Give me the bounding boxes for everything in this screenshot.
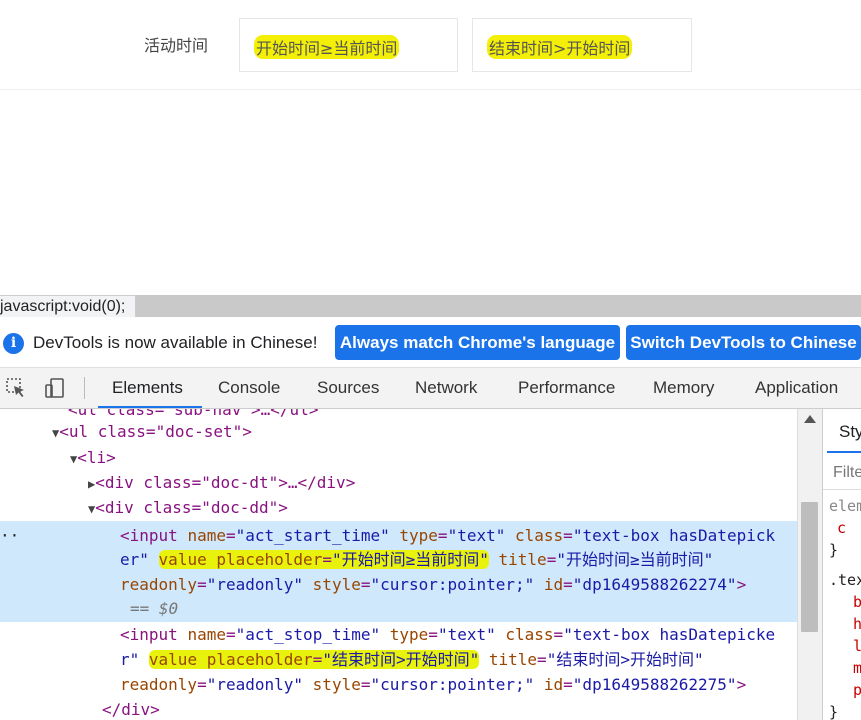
styles-prop: m — [853, 657, 861, 679]
scroll-up-arrow-icon[interactable] — [804, 415, 816, 423]
device-toolbar-icon[interactable] — [44, 377, 66, 399]
selected-marker: == $0 — [130, 599, 179, 618]
toolbar-separator — [84, 377, 85, 399]
infobar-message: DevTools is now available in Chinese! — [33, 333, 318, 352]
tab-network[interactable]: Network — [415, 368, 477, 408]
dom-line-input-start-3[interactable]: readonly="readonly" style="cursor:pointe… — [120, 572, 746, 597]
tab-performance[interactable]: Performance — [518, 368, 615, 408]
styles-pane: Styles Filter element.style c } .text-bo… — [822, 409, 861, 720]
activity-time-label: 活动时间 — [144, 36, 209, 55]
scrollbar-thumb[interactable] — [801, 502, 818, 632]
tab-console[interactable]: Console — [218, 368, 280, 408]
page-divider — [0, 89, 861, 90]
styles-filter-input[interactable]: Filter — [823, 457, 861, 490]
styles-rule-textbox: .text-box — [829, 571, 861, 589]
end-time-input[interactable]: 结束时间>开始时间 — [472, 18, 692, 72]
switch-to-chinese-button[interactable]: Switch DevTools to Chinese — [626, 325, 861, 360]
webpage-area: 活动时间 开始时间≥当前时间 结束时间>开始时间 — [0, 0, 861, 295]
styles-prop: l — [853, 635, 861, 657]
dom-line-input-start-1[interactable]: <input name="act_start_time" type="text"… — [120, 523, 775, 548]
status-bar: javascript:void(0); — [0, 295, 861, 319]
status-url: javascript:void(0); — [0, 295, 137, 319]
tab-elements[interactable]: Elements — [98, 368, 202, 408]
tab-application[interactable]: Application — [755, 368, 838, 408]
dom-line-input-stop-3[interactable]: readonly="readonly" style="cursor:pointe… — [120, 672, 746, 697]
styles-prop: b — [853, 591, 861, 613]
elements-scrollbar[interactable] — [797, 409, 822, 720]
tab-memory[interactable]: Memory — [653, 368, 714, 408]
always-match-language-button[interactable]: Always match Chrome's language — [335, 325, 620, 360]
dom-node-menu-icon[interactable]: ·· — [0, 523, 19, 548]
styles-rule-element-prop: c — [837, 519, 847, 537]
dom-line-input-stop-2[interactable]: r" value placeholder="结束时间>开始时间" title="… — [120, 647, 704, 672]
dom-line-div-close[interactable]: </div> — [102, 697, 160, 720]
start-time-placeholder: 开始时间≥当前时间 — [254, 35, 400, 59]
devtools-tabbar: Elements Console Sources Network Perform… — [0, 368, 861, 409]
styles-rule-close: } — [829, 703, 839, 720]
tab-sources[interactable]: Sources — [317, 368, 379, 408]
styles-prop: p — [853, 679, 861, 701]
dom-line-div-docdd[interactable]: ▼<div class="doc-dd"> — [88, 495, 288, 520]
highlight-marker: value placeholder="结束时间>开始时间" — [148, 650, 480, 669]
activity-time-row: 活动时间 开始时间≥当前时间 结束时间>开始时间 — [0, 18, 861, 74]
styles-rule-element: element.style — [829, 497, 861, 515]
dom-line-ul-docset[interactable]: ▼<ul class="doc-set"> — [52, 419, 252, 444]
dom-line-li[interactable]: ▼<li> — [70, 445, 116, 470]
dom-line-div-docdt[interactable]: ▶<div class="doc-dt">…</div> — [88, 470, 355, 495]
dom-line-input-stop-1[interactable]: <input name="act_stop_time" type="text" … — [120, 622, 775, 647]
end-time-placeholder: 结束时间>开始时间 — [487, 35, 633, 59]
language-infobar: i DevTools is now available in Chinese! … — [0, 317, 861, 368]
dom-line-input-start-2[interactable]: er" value placeholder="开始时间≥当前时间" title=… — [120, 547, 713, 572]
styles-rule-element-close: } — [829, 541, 839, 559]
tab-styles[interactable]: Styles — [827, 419, 861, 453]
styles-prop: h — [853, 613, 861, 635]
devtools-panel: i DevTools is now available in Chinese! … — [0, 317, 861, 720]
elements-dom-tree: <ul class="sub-nav">…</ul> ▼<ul class="d… — [0, 409, 797, 720]
info-icon: i — [3, 333, 24, 354]
highlight-marker: value placeholder="开始时间≥当前时间" — [158, 550, 489, 569]
start-time-input[interactable]: 开始时间≥当前时间 — [239, 18, 458, 72]
inspect-element-icon[interactable] — [5, 377, 27, 399]
